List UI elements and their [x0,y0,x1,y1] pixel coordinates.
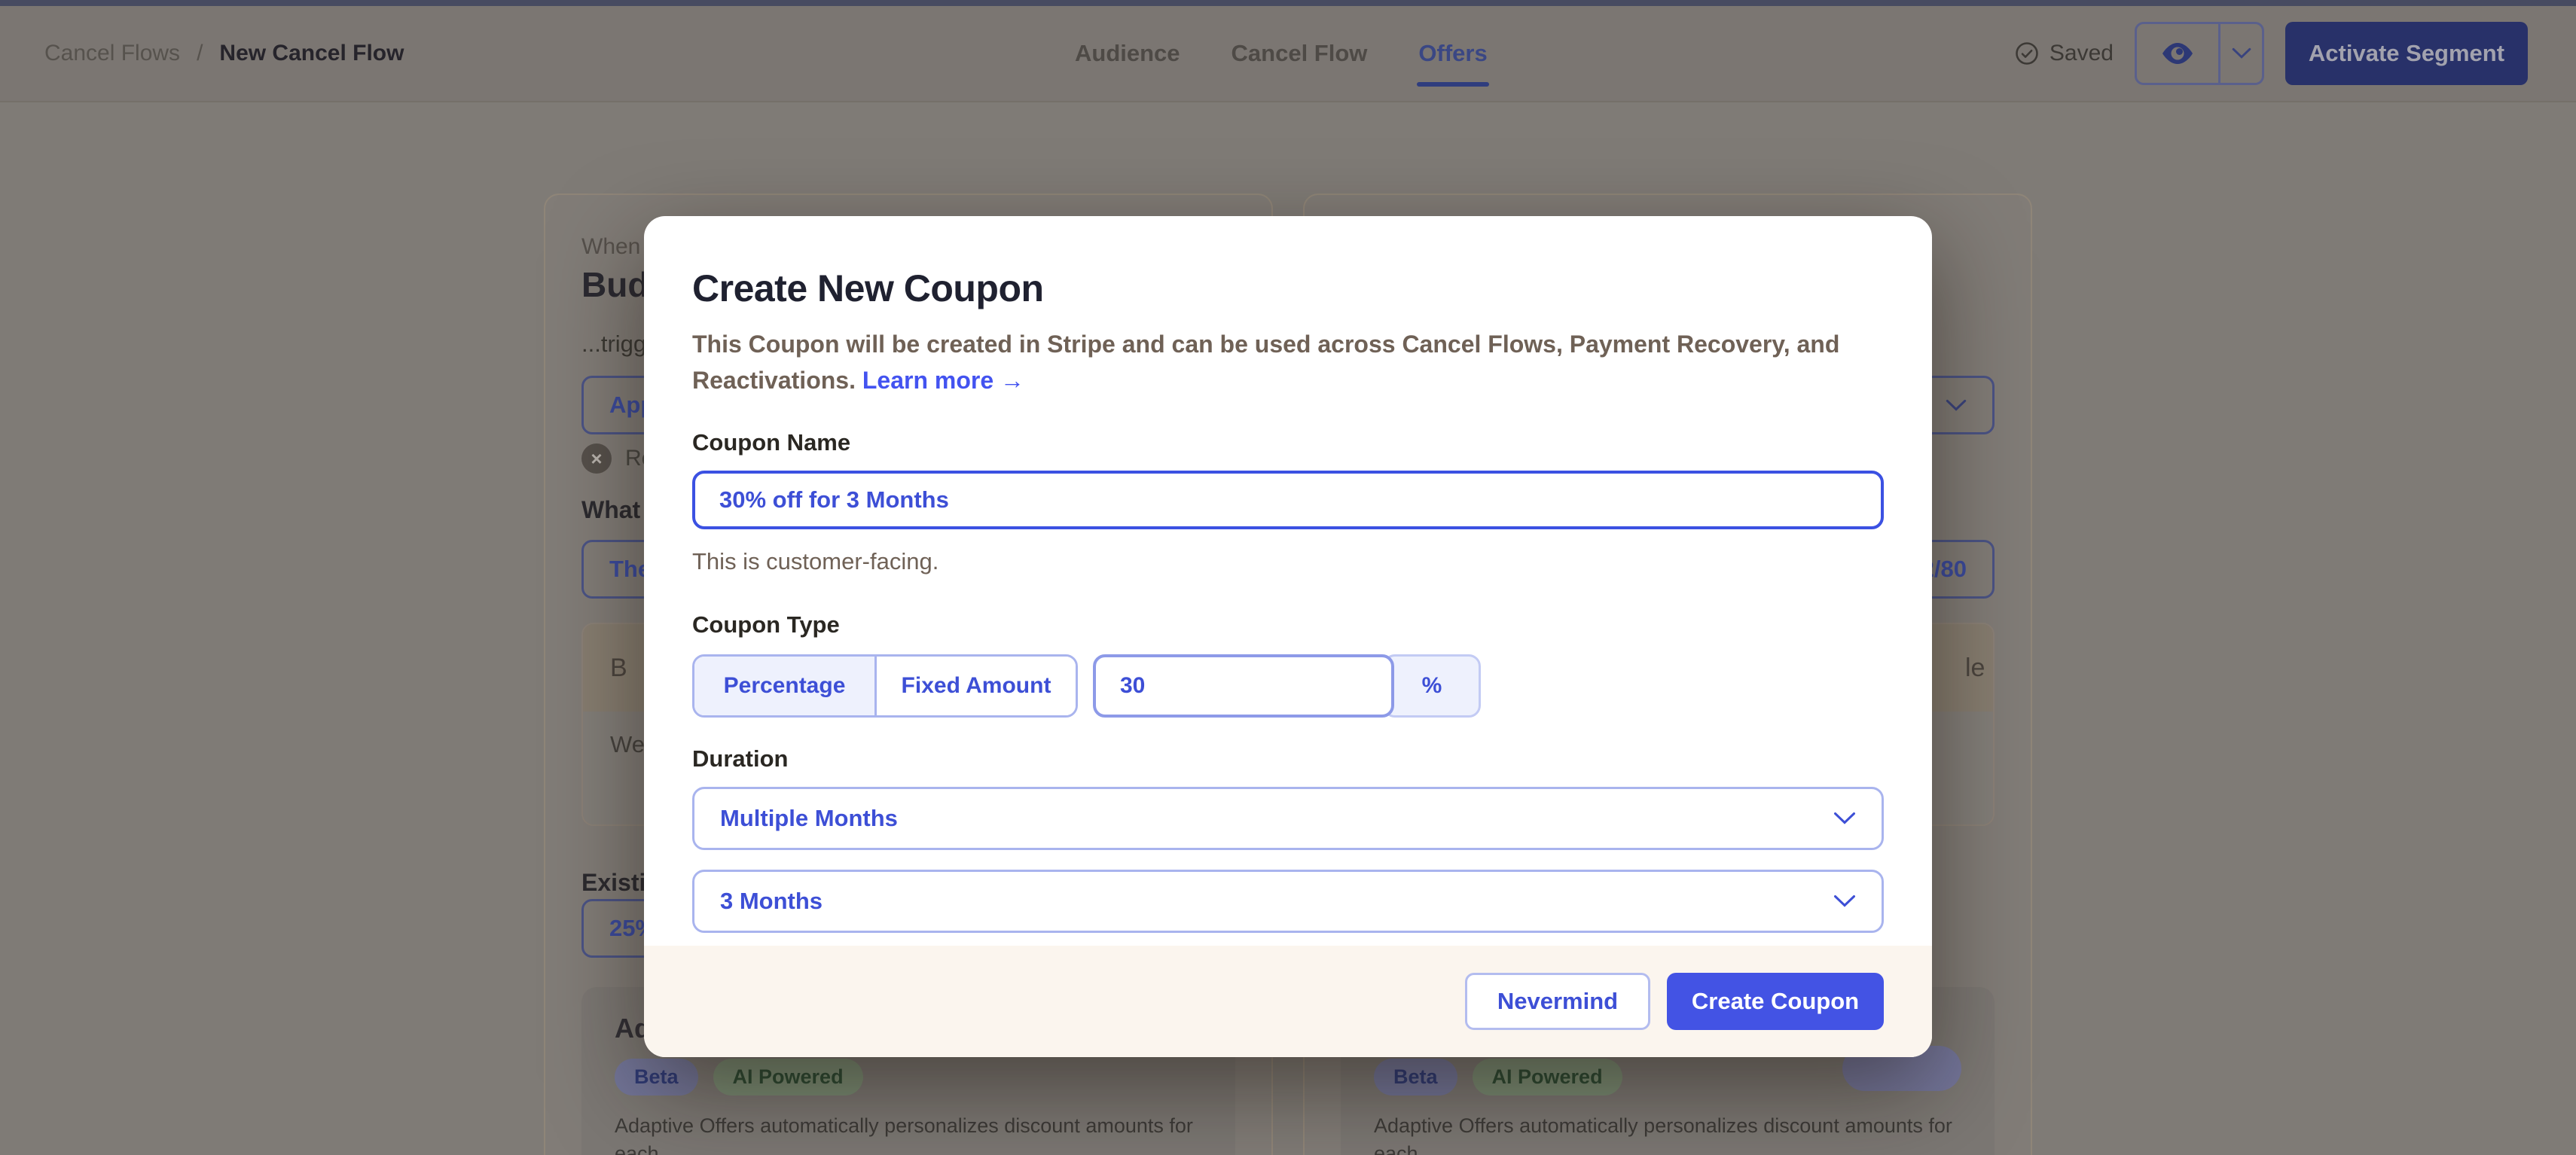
coupon-type-option-fixed-amount[interactable]: Fixed Amount [877,657,1076,715]
message-preview-title-fragment: le [1965,654,1985,683]
create-coupon-button[interactable]: Create Coupon [1667,973,1884,1030]
adaptive-offer-description-right: Adaptive Offers automatically personaliz… [1374,1112,1995,1155]
discount-amount-group: % [1093,654,1481,718]
beta-badge: Beta [615,1059,698,1096]
active-tab-underline [1417,82,1488,87]
save-status-label: Saved [2050,41,2114,66]
chevron-down-icon [1946,399,1967,412]
breadcrumb-parent-link[interactable]: Cancel Flows [44,41,180,66]
app-screen: Cancel Flows / New Cancel Flow Audience … [0,0,2576,1155]
coupon-name-label: Coupon Name [692,428,1884,457]
preview-button[interactable] [2137,24,2218,83]
percent-unit-suffix: % [1383,654,1481,718]
create-coupon-modal: Create New Coupon This Coupon will be cr… [644,216,1932,1057]
tab-cancel-flow[interactable]: Cancel Flow [1230,32,1369,75]
duration-type-select[interactable]: Multiple Months [692,787,1884,850]
remove-icon[interactable]: × [581,443,612,474]
header-tabs: Audience Cancel Flow Offers [1073,6,1489,101]
adaptive-offer-description-line1: Adaptive Offers automatically personaliz… [615,1112,1235,1155]
ai-powered-badge: AI Powered [1473,1059,1622,1096]
coupon-type-segmented-control: Percentage Fixed Amount [692,654,1078,718]
message-preview-title-partial: B [610,654,627,683]
modal-description-line2: Reactivations. Learn more → [692,362,1884,398]
adaptive-offer-description-line1: Adaptive Offers automatically personaliz… [1374,1112,1995,1155]
modal-title: Create New Coupon [692,266,1884,311]
tab-audience[interactable]: Audience [1073,32,1182,75]
header-actions: Saved Activate Segment [2013,6,2528,101]
top-accent-strip [0,0,2576,6]
coupon-type-option-percentage[interactable]: Percentage [694,657,877,715]
save-status: Saved [2013,40,2114,67]
tab-audience-label: Audience [1075,40,1180,66]
chevron-down-icon [2232,47,2251,59]
coupon-type-label: Coupon Type [692,611,1884,639]
preview-menu-button[interactable] [2218,24,2262,83]
chevron-down-icon [1833,812,1856,825]
modal-description-line1: This Coupon will be created in Stripe an… [692,326,1884,362]
discount-amount-input[interactable] [1093,654,1394,718]
nevermind-button[interactable]: Nevermind [1465,973,1650,1030]
breadcrumb-current: New Cancel Flow [219,41,404,66]
duration-type-value: Multiple Months [720,805,898,832]
tab-offers[interactable]: Offers [1417,32,1488,75]
preview-eye-icon [2161,42,2194,65]
tab-offers-label: Offers [1418,40,1487,66]
coupon-name-helper: This is customer-facing. [692,547,1884,576]
adaptive-offer-badges-right: Beta AI Powered [1374,1059,1622,1096]
coupon-type-row: Percentage Fixed Amount % [692,654,1884,718]
saved-check-icon [2013,40,2040,67]
modal-description: This Coupon will be created in Stripe an… [692,326,1884,398]
duration-months-value: 3 Months [720,888,823,915]
app-header: Cancel Flows / New Cancel Flow Audience … [0,6,2576,102]
activate-segment-button[interactable]: Activate Segment [2285,22,2528,85]
duration-label: Duration [692,745,1884,773]
breadcrumb: Cancel Flows / New Cancel Flow [44,6,404,101]
preview-split-button [2135,22,2264,85]
modal-footer: Nevermind Create Coupon [644,946,1932,1057]
beta-badge: Beta [1374,1059,1457,1096]
learn-more-link[interactable]: Learn more → [862,367,1024,394]
trigger-text-partial: ...trigg [581,331,646,358]
adaptive-offer-description: Adaptive Offers automatically personaliz… [615,1112,1235,1155]
duration-months-select[interactable]: 3 Months [692,870,1884,933]
create-coupon-modal-body: Create New Coupon This Coupon will be cr… [644,216,1932,933]
breadcrumb-separator: / [197,41,203,66]
chevron-down-icon [1833,894,1856,908]
tab-cancel-flow-label: Cancel Flow [1232,40,1368,66]
coupon-name-input[interactable] [692,471,1884,529]
adaptive-offer-badges: Beta AI Powered [615,1059,863,1096]
ai-powered-badge: AI Powered [713,1059,863,1096]
modal-description-line2-text: Reactivations. [692,367,856,394]
